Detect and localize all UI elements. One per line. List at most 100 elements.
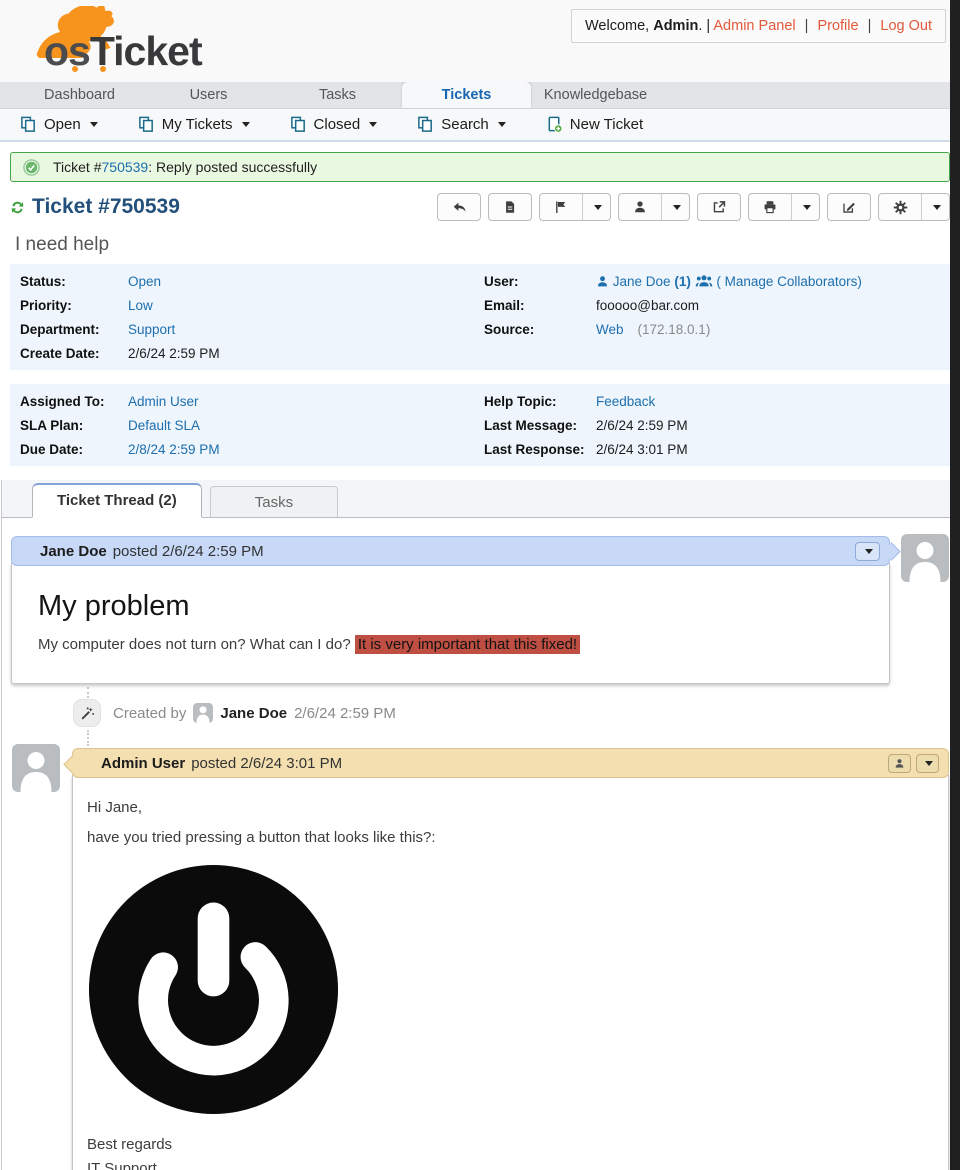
assign-user-icon <box>635 201 645 213</box>
logout-link[interactable]: Log Out <box>880 18 932 34</box>
top-header: osTicket Welcome, Admin. | Admin Panel |… <box>0 0 960 82</box>
email-label: Email: <box>484 297 525 313</box>
main-nav: Dashboard Users Tasks Tickets Knowledgeb… <box>0 82 960 109</box>
chevron-down-icon <box>802 204 811 210</box>
user-label: User: <box>484 273 519 289</box>
due-date-label: Due Date: <box>20 441 84 457</box>
success-banner: Ticket #750539: Reply posted successfull… <box>10 152 950 182</box>
thread-tabs: Ticket Thread (2) Tasks <box>2 480 958 518</box>
chevron-down-icon <box>593 204 602 210</box>
subnav-search[interactable]: Search <box>417 116 506 133</box>
chevron-down-icon <box>89 122 98 127</box>
avatar <box>12 744 60 792</box>
department-value[interactable]: Support <box>128 322 175 337</box>
print-button[interactable] <box>749 194 791 220</box>
reply-icon <box>453 202 465 212</box>
ticket-assignment-block: Assigned To: Admin User SLA Plan: Default … <box>10 384 950 466</box>
ticket-number-link[interactable]: 750539 <box>102 159 149 175</box>
timeline-dotted-line <box>87 687 89 698</box>
thread-section: Ticket Thread (2) Tasks Jane Doe posted … <box>1 480 959 1170</box>
user-icon <box>895 758 904 768</box>
flag-icon <box>556 201 566 213</box>
last-message-label: Last Message: <box>484 417 578 433</box>
assignment-left: Assigned To: Admin User SLA Plan: Default … <box>16 389 480 461</box>
last-response-value: 2/6/24 3:01 PM <box>596 441 688 457</box>
source-ip: (172.18.0.1) <box>637 321 711 337</box>
flag-button[interactable] <box>540 194 582 220</box>
reply-button[interactable] <box>438 194 480 220</box>
priority-value[interactable]: Low <box>128 298 153 313</box>
tab-users[interactable]: Users <box>144 82 273 108</box>
osticket-logo[interactable]: osTicket <box>8 4 238 78</box>
tickets-subnav: Open My Tickets Closed Search New Ticket <box>0 109 960 142</box>
flag-dropdown[interactable] <box>582 194 610 220</box>
subnav-closed[interactable]: Closed <box>290 116 378 133</box>
create-date-value: 2/6/24 2:59 PM <box>128 345 220 361</box>
welcome-text: Welcome, <box>584 18 650 34</box>
more-dropdown[interactable] <box>921 194 949 220</box>
manage-collaborators-link[interactable]: ( Manage Collaborators) <box>716 274 862 289</box>
edit-button[interactable] <box>828 194 870 220</box>
message-greeting: Hi Jane, <box>87 799 143 816</box>
subnav-new-ticket[interactable]: New Ticket <box>546 116 643 133</box>
tab-tasks[interactable]: Tasks <box>273 82 402 108</box>
event-date: 2/6/24 2:59 PM <box>294 704 396 722</box>
tab-tickets[interactable]: Tickets <box>402 82 531 108</box>
post-note-button[interactable] <box>489 194 531 220</box>
message-options-button[interactable] <box>855 541 880 561</box>
ticket-info-block: Status: Open Priority: Low Department: Supp… <box>10 264 950 370</box>
current-username: Admin <box>653 18 699 34</box>
ticket-stack-icon <box>21 116 35 132</box>
timeline-dotted-line <box>87 730 89 746</box>
help-topic-label: Help Topic: <box>484 393 557 409</box>
sla-plan-value[interactable]: Default SLA <box>128 418 200 433</box>
ticket-title-row: Ticket #750539 <box>10 191 950 223</box>
refresh-icon[interactable] <box>10 200 25 215</box>
message-author: Admin User <box>101 754 186 772</box>
profile-link[interactable]: Profile <box>817 18 858 34</box>
new-ticket-icon <box>548 116 563 133</box>
share-button[interactable] <box>698 194 740 220</box>
tab-dashboard[interactable]: Dashboard <box>15 82 144 108</box>
ticket-stack-icon <box>418 116 433 132</box>
due-date-value[interactable]: 2/8/24 2:59 PM <box>128 442 220 457</box>
ticket-stack-icon <box>138 116 153 132</box>
message-staff-button[interactable] <box>888 753 911 773</box>
message-posted: posted 2/6/24 3:01 PM <box>191 754 343 772</box>
chevron-down-icon <box>241 122 250 127</box>
subnav-open[interactable]: Open <box>20 116 98 133</box>
ticket-stack-icon <box>290 116 305 132</box>
ticket-info-left: Status: Open Priority: Low Department: Supp… <box>16 269 480 365</box>
status-value[interactable]: Open <box>128 274 161 289</box>
tab-ticket-thread[interactable]: Ticket Thread (2) <box>32 483 202 518</box>
help-topic-value[interactable]: Feedback <box>596 394 655 409</box>
message-body: My problem My computer does not turn on?… <box>11 563 890 684</box>
tab-tasks[interactable]: Tasks <box>209 486 339 517</box>
post-note-icon <box>506 201 515 213</box>
wand-icon <box>81 706 94 719</box>
email-value: fooooo@bar.com <box>596 297 700 313</box>
print-dropdown[interactable] <box>791 194 819 220</box>
admin-panel-link[interactable]: Admin Panel <box>713 18 795 34</box>
assigned-to-value[interactable]: Admin User <box>128 394 199 409</box>
subnav-my-tickets[interactable]: My Tickets <box>138 116 250 133</box>
ticket-page-content: Ticket #750539: Reply posted successfull… <box>0 152 960 466</box>
share-icon <box>713 201 726 213</box>
message-posted: posted 2/6/24 2:59 PM <box>112 542 264 560</box>
status-label: Status: <box>20 273 66 289</box>
source-value[interactable]: Web <box>596 322 624 337</box>
user-name-link[interactable]: Jane Doe <box>613 274 671 289</box>
chevron-down-icon <box>924 760 933 766</box>
last-message-value: 2/6/24 2:59 PM <box>596 417 688 433</box>
scrollbar[interactable] <box>950 0 960 1170</box>
avatar-mini <box>193 703 214 723</box>
event-prefix: Created by <box>113 704 187 722</box>
priority-label: Priority: <box>20 297 72 313</box>
assign-user-button[interactable] <box>619 194 661 220</box>
assignment-right: Help Topic: Feedback Last Message: 2/6/24 … <box>480 389 944 461</box>
message-options-button[interactable] <box>916 753 939 773</box>
tab-knowledgebase[interactable]: Knowledgebase <box>531 82 660 108</box>
assign-dropdown[interactable] <box>661 194 689 220</box>
more-settings-button[interactable] <box>879 194 921 220</box>
power-button-image <box>87 863 934 1121</box>
